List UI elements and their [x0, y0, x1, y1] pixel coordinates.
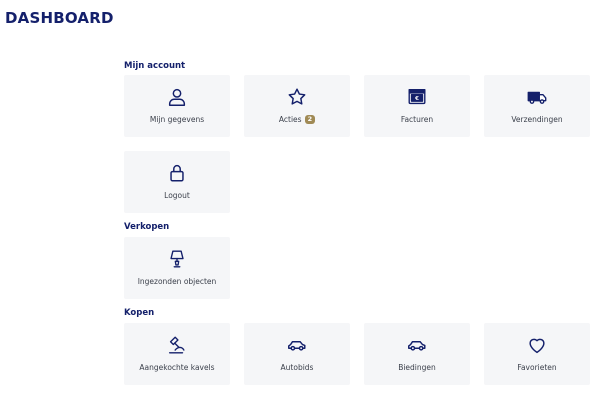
tile-label: Verzendingen: [511, 115, 563, 124]
gavel-icon: [166, 334, 188, 356]
section-heading-account: Mijn account: [124, 61, 186, 71]
section-heading-buying: Kopen: [124, 308, 155, 318]
lamp-icon: [166, 248, 188, 270]
tile-label: Biedingen: [398, 363, 436, 372]
invoice-icon: €: [406, 86, 428, 108]
svg-text:€: €: [414, 96, 419, 102]
tile-aangekochte-kavels[interactable]: Aangekochte kavels: [124, 323, 230, 385]
tile-label: Mijn gegevens: [149, 115, 205, 124]
tile-label: Ingezonden objecten: [137, 277, 217, 286]
tile-label: Acties: [278, 115, 302, 124]
page-title: DASHBOARD: [5, 9, 114, 27]
count-badge: 2: [304, 115, 316, 124]
user-icon: [166, 86, 188, 108]
tile-label: Favorieten: [517, 363, 557, 372]
tile-label: Facturen: [400, 115, 434, 124]
tile-label: Aangekochte kavels: [139, 363, 215, 372]
tile-acties[interactable]: Acties 2: [244, 75, 350, 137]
tile-autobids[interactable]: Autobids: [244, 323, 350, 385]
tile-biedingen[interactable]: Biedingen: [364, 323, 470, 385]
tile-favorieten[interactable]: Favorieten: [484, 323, 590, 385]
tile-facturen[interactable]: € Facturen: [364, 75, 470, 137]
tile-ingezonden-objecten[interactable]: Ingezonden objecten: [124, 237, 230, 299]
tile-verzendingen[interactable]: Verzendingen: [484, 75, 590, 137]
heart-icon: [526, 334, 548, 356]
section-heading-selling: Verkopen: [124, 222, 170, 232]
lock-icon: [166, 162, 188, 184]
car-icon: [286, 334, 308, 356]
truck-icon: [526, 86, 548, 108]
star-icon: [286, 86, 308, 108]
car-icon: [406, 334, 428, 356]
tile-mijn-gegevens[interactable]: Mijn gegevens: [124, 75, 230, 137]
tile-label: Autobids: [280, 363, 314, 372]
tile-label: Logout: [164, 191, 190, 200]
tile-logout[interactable]: Logout: [124, 151, 230, 213]
